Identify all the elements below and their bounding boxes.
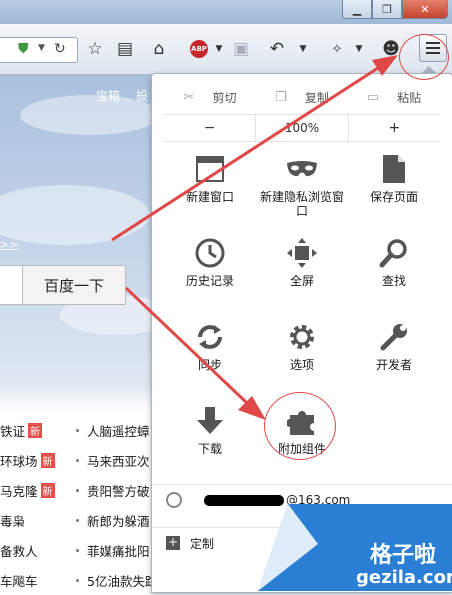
arrow-head-icon [372,55,398,76]
annotation-arrows [111,55,398,420]
watermark-url: gezila.com [356,567,452,588]
watermark-title: 格子啦 [370,543,437,568]
